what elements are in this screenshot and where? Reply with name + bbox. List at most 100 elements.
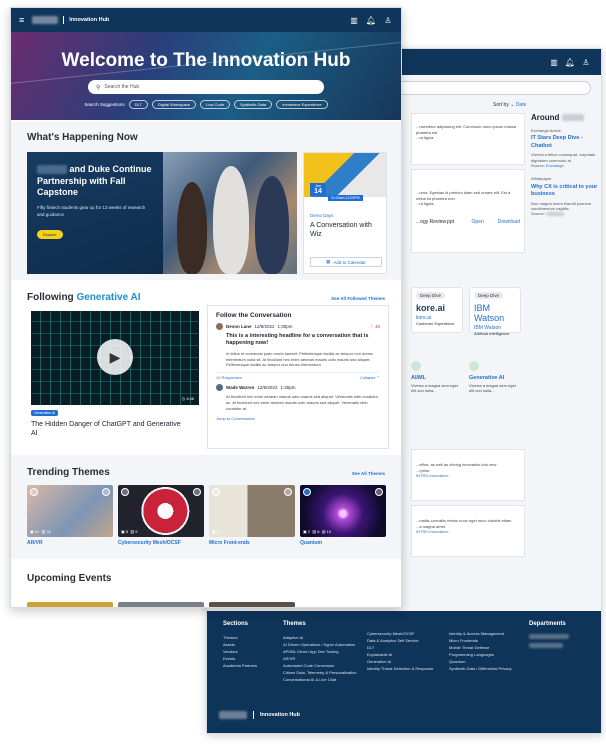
footer-brand[interactable]: Innovation Hub (219, 711, 300, 719)
plus-icon[interactable] (212, 488, 220, 496)
footer-link[interactable]: Events (223, 655, 257, 662)
responses-link[interactable]: 12 Responses (216, 375, 242, 380)
footer-link[interactable]: Automated Code Conversion (283, 662, 357, 669)
vendor-desc: Customer Experience (416, 321, 455, 326)
lock-icon[interactable] (284, 488, 292, 496)
footer-link[interactable]: Data & Analytics Self Service (367, 637, 433, 644)
service-title[interactable]: AI/ML (411, 375, 463, 383)
video-player[interactable]: ▶ ◷ 3:46 (31, 311, 199, 405)
footer-link[interactable]: Micro Frontends (449, 637, 512, 644)
footer-link[interactable]: Citizen Data, Telemetry & Personalizatio… (283, 669, 357, 676)
brand[interactable]: Innovation Hub (32, 16, 109, 24)
suggestion-chip[interactable]: Immersive Experience (276, 100, 328, 109)
theme-card[interactable]: ▣ 2 ▥ 8 ▤ 10 Quantum (300, 485, 386, 546)
hamburger-menu-icon[interactable]: ≡ (19, 15, 24, 25)
theme-card[interactable]: ▣ 4 Micro Front-ends (209, 485, 295, 546)
sort-control[interactable]: Sort by ⌄ Date (493, 102, 526, 108)
feed-text: ...nsectetur adipiscing elit. Commodo nu… (416, 124, 517, 135)
bell-icon[interactable]: 🔔︎ (366, 15, 376, 25)
footer-link[interactable]: DLT (367, 644, 433, 651)
lock-icon[interactable] (193, 488, 201, 496)
service-item[interactable]: Generative AI Viverra a magna sem eget e… (469, 361, 521, 394)
around-item-title[interactable]: IT Stars Deep Dive - Chatbot (531, 135, 599, 150)
open-link[interactable]: Open (472, 219, 484, 225)
vendor-card[interactable]: Deep Dive IBM Watson IBM Watson Artifici… (469, 287, 521, 336)
around-item[interactable]: Whitepaper Why CX is critical to your bu… (531, 176, 599, 216)
suggestion-chip[interactable]: DLT (128, 100, 148, 109)
around-panel: Around Exchange Article IT Stars Deep Di… (531, 113, 599, 225)
theme-name[interactable]: Cybersecurity Mesh/OCSF (118, 540, 204, 546)
brand-name: Innovation Hub (69, 17, 110, 23)
suggestion-chip[interactable]: Synthetic Data (234, 100, 273, 109)
footer-link[interactable]: Assets (223, 641, 257, 648)
plus-icon[interactable] (121, 488, 129, 496)
plus-icon[interactable] (30, 488, 38, 496)
footer-link[interactable]: Vendors (223, 648, 257, 655)
footer-link[interactable]: Mobile Threat Defense (449, 644, 512, 651)
theme-card[interactable]: ▣ 51 ▥ 32 AR/VR (27, 485, 113, 546)
user-icon[interactable]: ♙ (581, 57, 591, 67)
featured-story[interactable]: and Duke Continue Partnership with Fall … (27, 152, 297, 274)
theme-name[interactable]: Quantum (300, 540, 386, 546)
service-item[interactable]: AI/ML Viverra a magna sem eget elit orci… (411, 361, 463, 394)
event-card[interactable] (118, 602, 204, 607)
footer-link[interactable]: AI Driven Operations / Hyper Automation (283, 641, 357, 648)
check-icon[interactable] (303, 488, 311, 496)
service-title[interactable]: Generative AI (469, 375, 521, 383)
analytics-icon[interactable]: ▥ (349, 15, 359, 25)
video-title[interactable]: The Hidden Danger of ChatGPT and Generat… (31, 420, 181, 439)
footer-link[interactable]: Themes (223, 634, 257, 641)
play-icon[interactable]: ▶ (97, 339, 133, 375)
footer-link[interactable]: Quantum (449, 658, 512, 665)
user-icon[interactable]: ♙ (383, 15, 393, 25)
around-item-title[interactable]: Why CX is critical to your business (531, 184, 599, 199)
sort-value[interactable]: Date (516, 102, 527, 108)
theme-name[interactable]: Micro Front-ends (209, 540, 295, 546)
featured-image (163, 152, 297, 274)
footer-link[interactable]: Identity & Access Management (449, 630, 512, 637)
like-button[interactable]: ♡ 45 (370, 324, 380, 330)
footer: Sections Themes Assets Vendors Events Ac… (207, 611, 601, 733)
video-tag[interactable]: Generative AI (31, 410, 59, 416)
see-all-themes-link[interactable]: See All Themes (352, 471, 385, 476)
footer-link[interactable]: Conversational AI & Live Chat (283, 676, 357, 683)
collapse-button[interactable]: Collapse ⌃ (360, 375, 380, 380)
lock-icon[interactable] (102, 488, 110, 496)
event-card[interactable] (27, 602, 113, 607)
footer-link[interactable]: Programming Languages (449, 651, 512, 658)
footer-link[interactable]: Identity Threat Detection & Response (367, 665, 433, 672)
jump-to-conversation-link[interactable]: Jump to Conversation (216, 416, 380, 421)
explore-button[interactable]: Explore (37, 230, 63, 240)
feed-link[interactable]: INTRO innovation... (416, 529, 451, 534)
post-author[interactable]: Wade Warren (226, 385, 254, 390)
footer-link[interactable]: Explainable AI (367, 651, 433, 658)
footer-link[interactable]: Adaptive AI (283, 634, 357, 641)
suggestion-chip[interactable]: Low Code (200, 100, 231, 109)
footer-link[interactable]: API/ML Driven App Dev Tooling (283, 648, 357, 655)
lock-icon[interactable] (375, 488, 383, 496)
analytics-icon[interactable]: ▥ (549, 57, 559, 67)
reply-header: Wade Warren 12/8/2022 1:30pm (216, 384, 380, 392)
footer-link[interactable]: Cybersecurity Mesh/OCSF (367, 630, 433, 637)
feed-link[interactable]: INTRO innovation... (416, 473, 451, 478)
download-link[interactable]: Download (498, 219, 520, 225)
footer-link[interactable]: Synthetic Data / Differential Privacy (449, 665, 512, 672)
theme-name[interactable]: AR/VR (27, 540, 113, 546)
see-all-followed-link[interactable]: See All Followed Themes (331, 296, 385, 301)
footer-link[interactable]: Generative AI (367, 658, 433, 665)
post-author[interactable]: Devon Lane (226, 324, 252, 329)
vendor-logo: IBM Watson (474, 303, 505, 323)
vendor-card[interactable]: Deep Dive kore.ai kore.ai Customer Exper… (411, 287, 463, 333)
theme-card[interactable]: ▣ 8 ▥ 9 Cybersecurity Mesh/OCSF (118, 485, 204, 546)
bell-icon[interactable]: 🔔︎ (565, 57, 575, 67)
around-tag[interactable]: Exchange (546, 163, 564, 168)
footer-link[interactable]: AR/VR (283, 655, 357, 662)
event-card[interactable] (209, 602, 295, 607)
event-card[interactable]: Jan 14 11:00am-12:00PM Demo Days A Conver… (303, 152, 387, 274)
suggestion-chip[interactable]: Digital Workspace (151, 100, 197, 109)
event-title[interactable]: A Conversation with Wiz (310, 221, 380, 239)
add-to-calendar-button[interactable]: ▦ Add to Calendar (310, 257, 382, 267)
hero-search-input[interactable]: ⚲ Search the Hub (88, 80, 324, 94)
around-item[interactable]: Exchange Article IT Stars Deep Dive - Ch… (531, 128, 599, 168)
footer-link[interactable]: Academia Partners (223, 662, 257, 669)
